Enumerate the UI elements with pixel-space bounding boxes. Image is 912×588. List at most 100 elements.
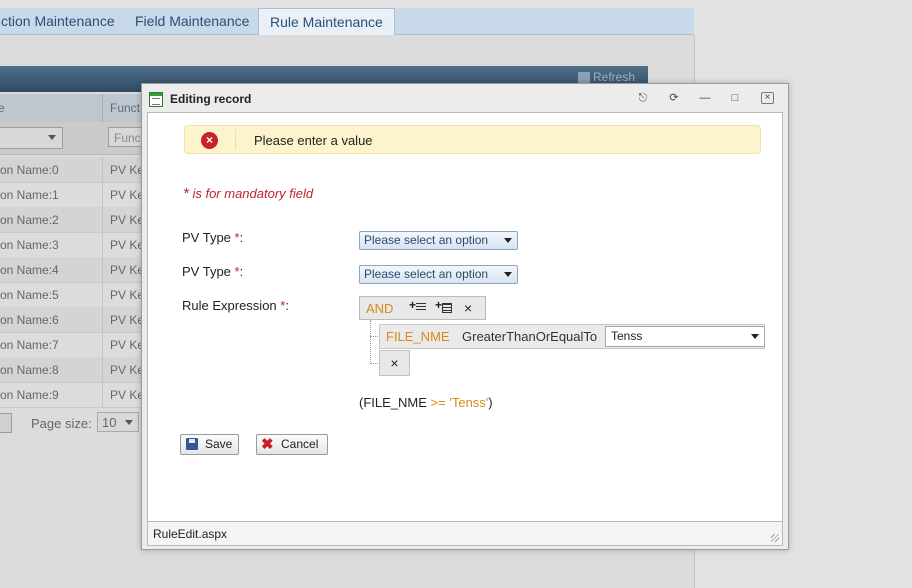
row-name: on Name:5 [0,288,59,302]
dialog-content: × Please enter a value * is for mandator… [147,112,783,522]
chevron-down-icon [48,135,56,140]
row-function: PV Ke [110,238,145,252]
page-size-value: 10 [102,415,117,430]
tree-connector [370,320,372,364]
label-colon: : [239,264,244,279]
pv-type-label-2: PV Type *: [182,264,243,279]
column-divider [102,207,103,232]
refresh-button[interactable]: Refresh [578,70,635,84]
column-divider [102,157,103,182]
row-function: PV Ke [110,213,145,227]
column-divider [102,232,103,257]
delete-icon: × [390,355,399,371]
reload-icon[interactable]: ⟳ [666,91,682,105]
group-operator-and[interactable]: AND [366,301,393,316]
row-name: on Name:7 [0,338,59,352]
tab-field-maintenance[interactable]: Field Maintenance [124,8,260,34]
error-icon: × [201,132,218,149]
column-divider [102,282,103,307]
row-function: PV Ke [110,338,145,352]
minimize-icon[interactable]: — [697,91,713,105]
last-page-button[interactable] [0,413,12,433]
mandatory-note-text: is for mandatory field [192,186,314,201]
condition-row: FILE_NME GreaterThanOrEqualTo Tenss [379,324,765,349]
row-name: on Name:8 [0,363,59,377]
edit-dialog: Editing record ⎋ ⟳ — □ × × Please enter … [141,83,789,550]
maximize-icon[interactable]: □ [727,91,743,105]
condition-operator[interactable]: GreaterThanOrEqualTo [462,329,597,344]
validation-alert: × Please enter a value [184,125,761,154]
group-operator-box: AND × [359,296,486,320]
row-function: PV Ke [110,288,145,302]
form-icon [149,92,163,107]
column-divider [102,257,103,282]
close-icon[interactable]: × [761,92,774,104]
mandatory-star: * [183,185,189,202]
column-divider [102,357,103,382]
condition-field[interactable]: FILE_NME [386,329,450,344]
dialog-title: Editing record [170,92,252,106]
condition-value-select[interactable]: Tenss [605,326,765,347]
row-function: PV Ke [110,388,145,402]
column-header-name[interactable]: e [0,101,5,115]
cancel-label: Cancel [281,437,319,451]
column-divider [102,182,103,207]
resize-grip-icon[interactable] [771,534,779,542]
expr-close: ) [488,395,493,410]
column-divider [102,94,103,122]
add-condition-icon[interactable] [409,298,426,314]
expression-preview: (FILE_NME >= 'Tenss') [359,395,493,410]
label-colon: : [239,230,244,245]
row-function: PV Ke [110,313,145,327]
column-header-function[interactable]: Funct [110,101,140,115]
row-function: PV Ke [110,163,145,177]
tab-function-maintenance[interactable]: ction Maintenance [0,8,126,34]
rule-expression-label: Rule Expression *: [182,298,289,313]
select-value: Please select an option [364,267,489,281]
dialog-titlebar[interactable]: Editing record ⎋ ⟳ — □ × [142,84,788,112]
pin-icon[interactable]: ⎋ [635,91,651,105]
row-name: on Name:6 [0,313,59,327]
expr-value: 'Tenss' [449,395,489,410]
save-label: Save [205,437,233,451]
row-function: PV Ke [110,188,145,202]
delete-group-icon[interactable]: × [464,300,472,316]
save-button[interactable]: Save [180,434,239,455]
page-size-label: Page size: [31,416,92,431]
row-name: on Name:2 [0,213,59,227]
page-size-select[interactable]: 10 [97,412,139,432]
name-filter-select[interactable] [0,127,63,149]
row-function: PV Ke [110,263,145,277]
cancel-button[interactable]: ✖ Cancel [256,434,328,455]
expr-field: FILE_NME [363,395,427,410]
cancel-icon: ✖ [261,436,274,453]
pv-type-select-1[interactable]: Please select an option [359,231,518,250]
column-divider [102,307,103,332]
tab-strip: ction Maintenance Field Maintenance Rule… [0,8,694,35]
row-name: on Name:4 [0,263,59,277]
field-label: PV Type [182,264,231,279]
dialog-statusbar: RuleEdit.aspx [147,522,783,546]
chevron-down-icon [504,272,512,277]
label-colon: : [285,298,289,313]
add-group-icon[interactable] [435,298,452,314]
row-name: on Name:3 [0,238,59,252]
select-value: Please select an option [364,233,489,247]
pv-type-select-2[interactable]: Please select an option [359,265,518,284]
expr-operator: >= [430,395,446,410]
field-label: PV Type [182,230,231,245]
condition-value: Tenss [611,329,643,343]
tab-rule-maintenance[interactable]: Rule Maintenance [258,8,395,35]
row-name: on Name:0 [0,163,59,177]
delete-condition-button[interactable]: × [379,350,410,376]
save-icon [186,438,198,450]
column-divider [102,382,103,407]
row-name: on Name:9 [0,388,59,402]
status-text: RuleEdit.aspx [153,527,228,541]
mandatory-note: * is for mandatory field [183,185,313,202]
refresh-label: Refresh [593,70,636,84]
field-label: Rule Expression [182,298,277,313]
pv-type-label-1: PV Type *: [182,230,243,245]
chevron-down-icon [125,420,133,425]
alert-divider [235,129,236,150]
